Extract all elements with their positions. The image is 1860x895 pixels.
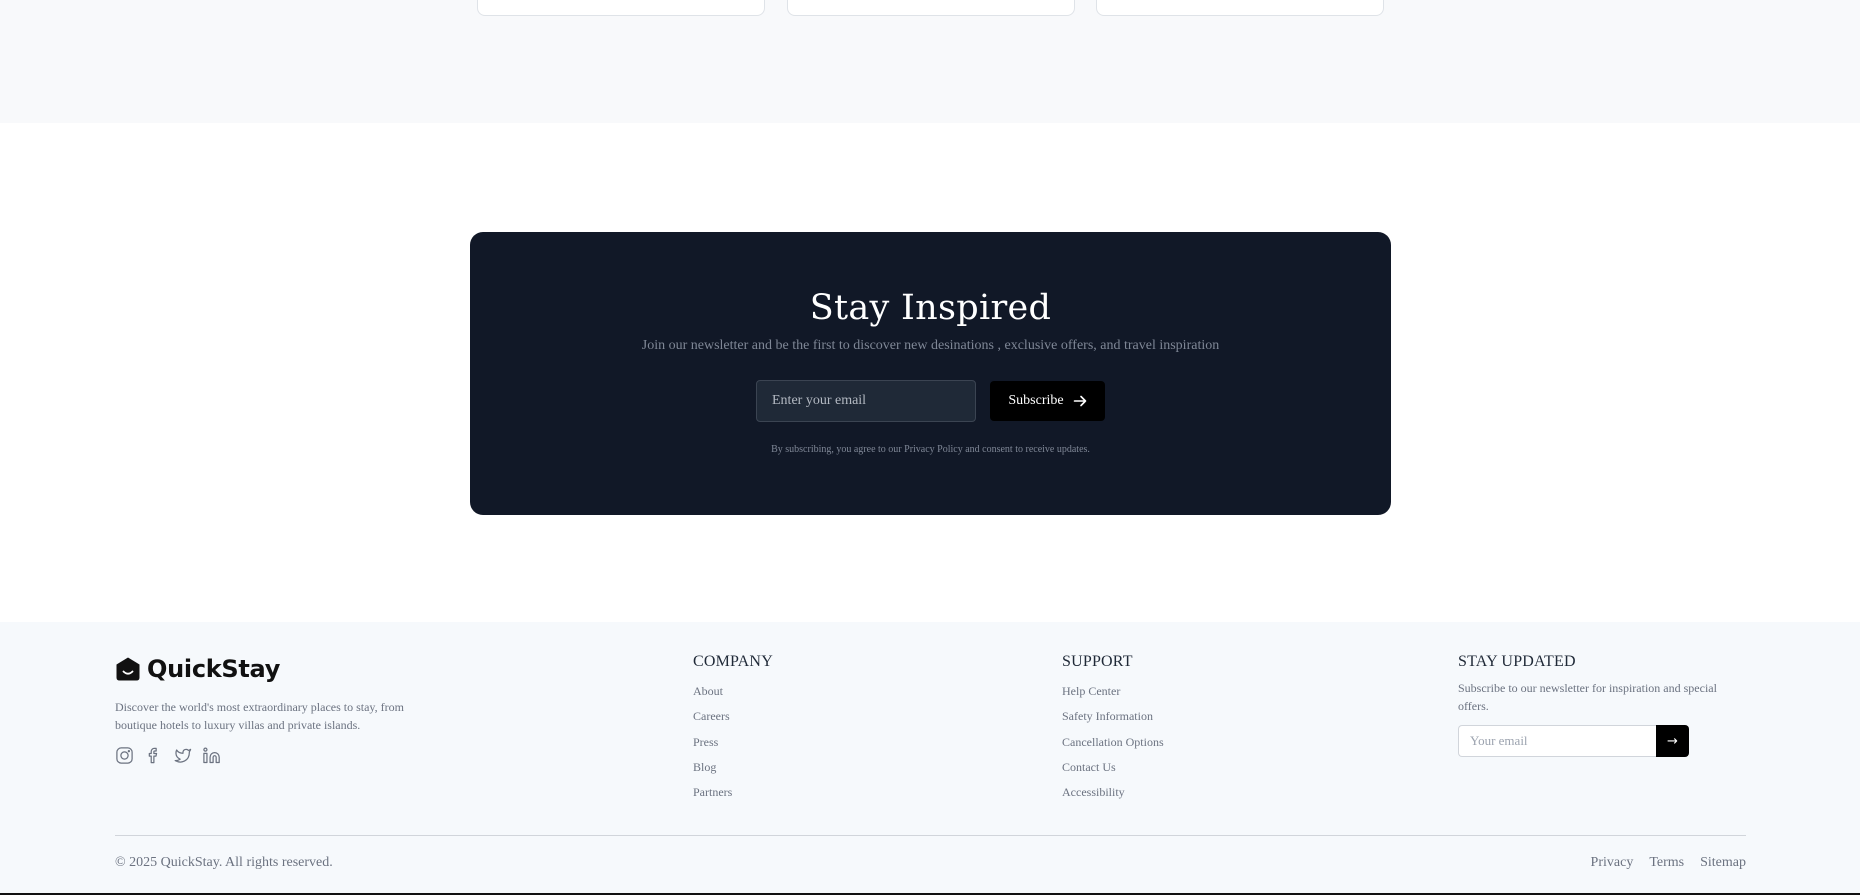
terms-link[interactable]: Terms bbox=[1649, 855, 1684, 871]
newsletter-form: Enter your email Subscribe bbox=[756, 380, 1105, 422]
footer-email-input[interactable]: Your email bbox=[1458, 725, 1656, 757]
footer-link-contact-us[interactable]: Contact Us bbox=[1062, 755, 1164, 780]
arrow-right-icon: → bbox=[1667, 733, 1678, 749]
card[interactable] bbox=[787, 0, 1075, 16]
footer-submit-button[interactable]: → bbox=[1656, 725, 1689, 757]
footer-divider bbox=[115, 835, 1746, 836]
newsletter-legal-text: By subscribing, you agree to our Privacy… bbox=[771, 444, 1090, 455]
footer-link-accessibility[interactable]: Accessibility bbox=[1062, 780, 1164, 805]
updates-text: Subscribe to our newsletter for inspirat… bbox=[1458, 681, 1717, 713]
newsletter-subtitle: Join our newsletter and be the first to … bbox=[641, 338, 1220, 353]
twitter-icon[interactable] bbox=[173, 746, 192, 765]
card[interactable] bbox=[477, 0, 765, 16]
arrow-right-icon bbox=[1073, 395, 1086, 407]
facebook-icon[interactable] bbox=[144, 746, 163, 765]
newsletter-title: Stay Inspired bbox=[809, 288, 1052, 328]
subscribe-button-label: Subscribe bbox=[1008, 393, 1064, 408]
updates-heading: STAY UPDATED bbox=[1458, 653, 1576, 670]
footer-newsletter-form: Your email → bbox=[1458, 725, 1748, 757]
footer-company-column: COMPANY About Careers Press Blog Partner… bbox=[693, 653, 773, 805]
footer-link-help-center[interactable]: Help Center bbox=[1062, 679, 1164, 704]
brand-description: Discover the world's most extraordinary … bbox=[115, 700, 404, 732]
legal-links: Privacy Terms Sitemap bbox=[1591, 855, 1746, 871]
footer-link-blog[interactable]: Blog bbox=[693, 755, 773, 780]
support-heading: SUPPORT bbox=[1062, 653, 1133, 670]
footer-updates-column: STAY UPDATED Subscribe to our newsletter… bbox=[1458, 653, 1748, 757]
house-logo-icon bbox=[116, 657, 140, 681]
footer-link-partners[interactable]: Partners bbox=[693, 780, 773, 805]
footer-link-cancellation-options[interactable]: Cancellation Options bbox=[1062, 730, 1164, 755]
site-footer: QuickStay Discover the world's most extr… bbox=[0, 622, 1860, 895]
social-links bbox=[115, 746, 221, 765]
instagram-icon[interactable] bbox=[115, 746, 134, 765]
newsletter-banner: Stay Inspired Join our newsletter and be… bbox=[470, 232, 1391, 515]
card[interactable] bbox=[1096, 0, 1384, 16]
subscribe-button[interactable]: Subscribe bbox=[990, 381, 1105, 421]
footer-link-careers[interactable]: Careers bbox=[693, 704, 773, 729]
footer-link-safety-information[interactable]: Safety Information bbox=[1062, 704, 1164, 729]
brand-logo[interactable]: QuickStay bbox=[115, 655, 280, 683]
footer-support-column: SUPPORT Help Center Safety Information C… bbox=[1062, 653, 1164, 805]
sitemap-link[interactable]: Sitemap bbox=[1700, 855, 1746, 871]
copyright-text: © 2025 QuickStay. All rights reserved. bbox=[115, 855, 333, 870]
linkedin-icon[interactable] bbox=[202, 746, 221, 765]
footer-link-press[interactable]: Press bbox=[693, 730, 773, 755]
brand-name: QuickStay bbox=[147, 655, 281, 683]
email-input-placeholder: Enter your email bbox=[772, 393, 867, 408]
company-heading: COMPANY bbox=[693, 653, 773, 670]
privacy-link[interactable]: Privacy bbox=[1591, 855, 1634, 871]
featured-section-bottom bbox=[0, 0, 1860, 123]
footer-email-placeholder: Your email bbox=[1470, 733, 1528, 748]
email-input[interactable]: Enter your email bbox=[756, 380, 976, 422]
footer-link-about[interactable]: About bbox=[693, 679, 773, 704]
